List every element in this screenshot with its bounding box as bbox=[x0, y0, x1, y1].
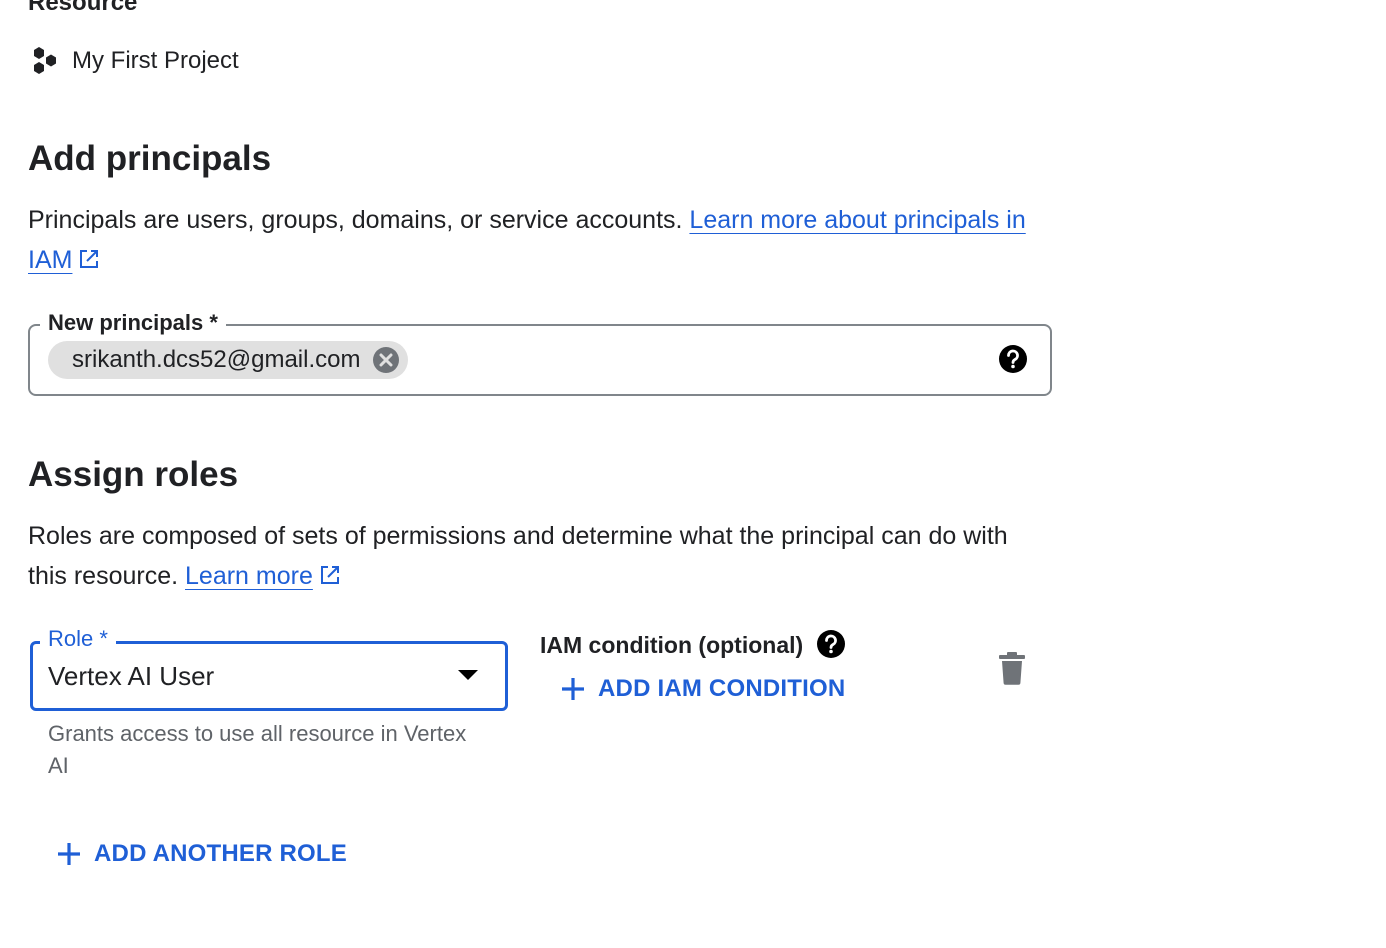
principals-description-text: Principals are users, groups, domains, o… bbox=[28, 206, 683, 234]
add-another-role-label: ADD ANOTHER ROLE bbox=[94, 840, 347, 867]
resource-heading: Resource bbox=[28, 0, 138, 16]
role-label: Role * bbox=[40, 624, 116, 654]
plus-icon bbox=[56, 841, 82, 867]
dropdown-arrow-icon[interactable] bbox=[456, 668, 480, 682]
principal-chip-text: srikanth.dcs52@gmail.com bbox=[72, 346, 361, 373]
add-principals-title: Add principals bbox=[28, 139, 272, 178]
roles-description-text: Roles are composed of sets of permission… bbox=[28, 522, 1008, 590]
principals-description: Principals are users, groups, domains, o… bbox=[28, 200, 1058, 280]
learn-more-roles-link[interactable]: Learn more bbox=[185, 562, 313, 590]
role-helper-text: Grants access to use all resource in Ver… bbox=[48, 721, 467, 778]
iam-condition-label: IAM condition (optional) bbox=[540, 632, 804, 658]
roles-description: Roles are composed of sets of permission… bbox=[28, 516, 1028, 596]
project-row: My First Project bbox=[30, 44, 239, 78]
add-iam-condition-label: ADD IAM CONDITION bbox=[598, 675, 846, 702]
trash-icon[interactable] bbox=[998, 651, 1026, 685]
role-selected-value: Vertex AI User bbox=[48, 661, 215, 691]
external-link-icon bbox=[78, 242, 100, 268]
external-link-icon bbox=[319, 558, 341, 584]
add-another-role-button[interactable]: ADD ANOTHER ROLE bbox=[56, 837, 347, 871]
chip-remove-icon[interactable] bbox=[372, 346, 400, 374]
project-name: My First Project bbox=[72, 47, 239, 74]
project-hexagons-icon bbox=[30, 46, 60, 76]
help-circle-icon[interactable] bbox=[816, 629, 846, 659]
assign-roles-title: Assign roles bbox=[28, 455, 239, 494]
add-iam-condition-button[interactable]: ADD IAM CONDITION bbox=[560, 672, 845, 706]
principal-chip: srikanth.dcs52@gmail.com bbox=[48, 341, 409, 379]
new-principals-label: New principals * bbox=[40, 308, 226, 338]
help-circle-icon[interactable] bbox=[998, 344, 1028, 374]
plus-icon bbox=[560, 676, 586, 702]
